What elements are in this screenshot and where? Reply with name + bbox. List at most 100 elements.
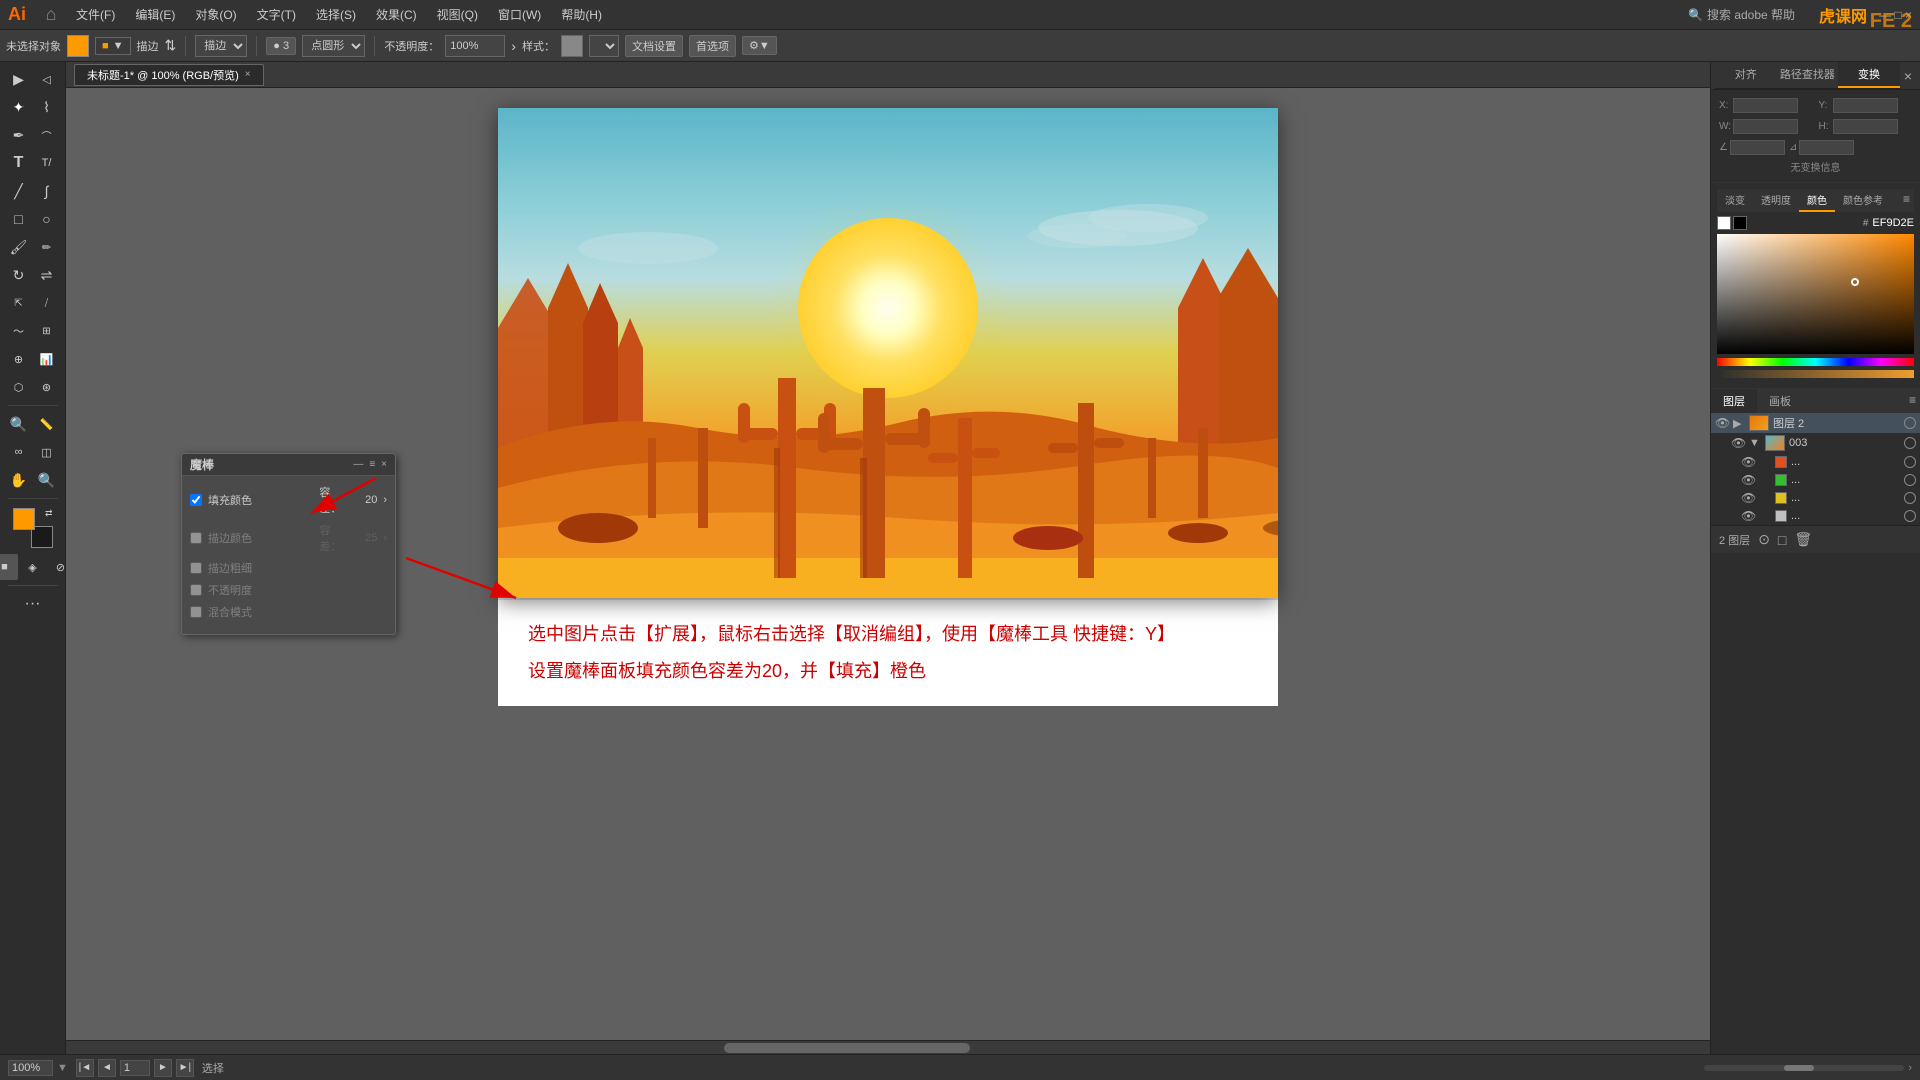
menu-edit[interactable]: 编辑(E): [127, 4, 183, 25]
layers-panel-menu[interactable]: ≡: [1905, 389, 1920, 413]
layer2-target[interactable]: [1904, 417, 1916, 429]
gray-layer-visibility[interactable]: 👁: [1741, 509, 1755, 523]
panel-menu-btn[interactable]: ≡: [369, 459, 375, 470]
panel-options-btn[interactable]: ×: [1900, 68, 1916, 84]
layer-locate-btn[interactable]: ⊙: [1756, 529, 1772, 550]
layer-row-003[interactable]: 👁 ▼ 003: [1711, 433, 1920, 453]
fill-tolerance-arrow[interactable]: ›: [383, 494, 387, 506]
layer-row-green[interactable]: 👁 ...: [1711, 471, 1920, 489]
next-page-btn[interactable]: ►: [154, 1059, 172, 1077]
black-swatch[interactable]: [1733, 216, 1747, 230]
page-input[interactable]: [120, 1060, 150, 1076]
gradient-mode-icon[interactable]: ◈: [20, 554, 46, 580]
fill-color-checkbox[interactable]: [190, 494, 202, 506]
canvas-wrapper[interactable]: 选中图片点击【扩展】，鼠标右击选择【取消编组】，使用【魔棒工具 快捷键：Y】 设…: [66, 88, 1710, 1040]
menu-select[interactable]: 选择(S): [308, 4, 364, 25]
tab-pathfinder[interactable]: 路径查找器: [1777, 62, 1839, 88]
scroll-right-btn[interactable]: ›: [1908, 1062, 1912, 1074]
measure-tool[interactable]: 📏: [34, 411, 60, 437]
layers-tab-layers[interactable]: 图层: [1711, 389, 1757, 413]
lasso-tool[interactable]: ⌇: [34, 94, 60, 120]
hue-strip[interactable]: [1717, 358, 1914, 366]
yellow-layer-target[interactable]: [1904, 492, 1916, 504]
opacity-checkbox[interactable]: [190, 584, 202, 596]
tab-close-btn[interactable]: ×: [245, 69, 251, 80]
direct-selection-tool[interactable]: ◁: [34, 66, 60, 92]
paintbrush-tool[interactable]: 🖌: [6, 234, 32, 260]
tab-align[interactable]: 对齐: [1715, 62, 1777, 88]
layer2-expand-icon[interactable]: ▶: [1733, 417, 1745, 430]
reflect-tool[interactable]: ⇌: [34, 262, 60, 288]
menu-help[interactable]: 帮助(H): [553, 4, 610, 25]
red-layer-visibility[interactable]: 👁: [1741, 455, 1755, 469]
opacity-input[interactable]: [445, 35, 505, 57]
color-panel-menu[interactable]: ≡: [1899, 189, 1914, 212]
opacity-arrow[interactable]: ›: [511, 38, 516, 54]
x-input[interactable]: [1733, 98, 1798, 113]
rotate-tool[interactable]: ↻: [6, 262, 32, 288]
warp-tool[interactable]: 〜: [6, 318, 32, 344]
green-layer-visibility[interactable]: 👁: [1741, 473, 1755, 487]
menu-file[interactable]: 文件(F): [68, 4, 123, 25]
rect-tool[interactable]: □: [6, 206, 32, 232]
shape-select[interactable]: 点圆形: [302, 35, 365, 57]
green-layer-target[interactable]: [1904, 474, 1916, 486]
style-preview[interactable]: [561, 35, 583, 57]
layer-new-btn[interactable]: □: [1776, 530, 1788, 550]
style-select[interactable]: [589, 35, 619, 57]
brush-type-select[interactable]: 描边: [195, 35, 247, 57]
gradient-tool[interactable]: ◫: [34, 439, 60, 465]
layer2-visibility-icon[interactable]: 👁: [1715, 416, 1729, 430]
arc-tool[interactable]: ∫: [34, 178, 60, 204]
panel-close-btn[interactable]: ×: [381, 459, 387, 470]
prev-page-btn[interactable]: ◄: [98, 1059, 116, 1077]
menu-object[interactable]: 对象(O): [187, 4, 244, 25]
h-scrollbar[interactable]: [66, 1040, 1710, 1054]
stroke-selector[interactable]: ■ ▼: [95, 37, 131, 55]
doc-settings-btn[interactable]: 文档设置: [625, 35, 683, 57]
blend-tool[interactable]: ∞: [6, 439, 32, 465]
touch-type-tool[interactable]: T/: [34, 150, 60, 176]
white-swatch[interactable]: [1717, 216, 1731, 230]
opacity-strip[interactable]: [1717, 370, 1914, 378]
menu-text[interactable]: 文字(T): [249, 4, 304, 25]
zoom-arrow[interactable]: ▼: [57, 1062, 68, 1074]
eyedropper-tool[interactable]: 🔍: [6, 411, 32, 437]
fill-color-swatch[interactable]: [67, 35, 89, 57]
zoom-tool[interactable]: 🔍: [34, 467, 60, 493]
rotate-input[interactable]: [1730, 140, 1785, 155]
foreground-swatch[interactable]: [13, 508, 35, 530]
h-scroll-indicator[interactable]: [1784, 1065, 1814, 1071]
blend-mode-checkbox[interactable]: [190, 606, 202, 618]
panel-minimize-btn[interactable]: —: [353, 459, 363, 470]
layer-row-layer2[interactable]: 👁 ▶ 图层 2: [1711, 413, 1920, 433]
magic-wand-tool[interactable]: ✦: [6, 94, 32, 120]
type-tool[interactable]: T: [6, 150, 32, 176]
h-input[interactable]: [1833, 119, 1898, 134]
layer-row-gray[interactable]: 👁 ...: [1711, 507, 1920, 525]
color-picker[interactable]: [1717, 234, 1914, 354]
prefs-btn[interactable]: 首选项: [689, 35, 736, 57]
layer-row-red[interactable]: 👁 ...: [1711, 453, 1920, 471]
line-tool[interactable]: ╱: [6, 178, 32, 204]
more-btn[interactable]: ⚙▼: [742, 36, 777, 55]
w-input[interactable]: [1733, 119, 1798, 134]
color-mode-icon[interactable]: ■: [0, 554, 18, 580]
shear-input[interactable]: [1799, 140, 1854, 155]
free-transform-tool[interactable]: ⊞: [34, 318, 60, 344]
tab-gradient[interactable]: 淡变: [1717, 189, 1753, 212]
document-tab[interactable]: 未标题-1* @ 100% (RGB/预览) ×: [74, 64, 264, 86]
tab-color-guide[interactable]: 颜色参考: [1835, 189, 1891, 212]
selection-tool[interactable]: ▶: [6, 66, 32, 92]
more-tools-btn[interactable]: ···: [20, 591, 46, 617]
last-page-btn[interactable]: ►|: [176, 1059, 194, 1077]
home-icon[interactable]: ⌂: [38, 2, 64, 28]
swap-colors-icon[interactable]: ⇄: [45, 508, 53, 519]
003-target[interactable]: [1904, 437, 1916, 449]
y-input[interactable]: [1833, 98, 1898, 113]
menu-window[interactable]: 窗口(W): [490, 4, 549, 25]
tab-transparency[interactable]: 透明度: [1753, 189, 1799, 212]
curvature-tool[interactable]: ⌒: [34, 122, 60, 148]
layer-row-yellow[interactable]: 👁 ...: [1711, 489, 1920, 507]
pen-tool[interactable]: ✒: [6, 122, 32, 148]
